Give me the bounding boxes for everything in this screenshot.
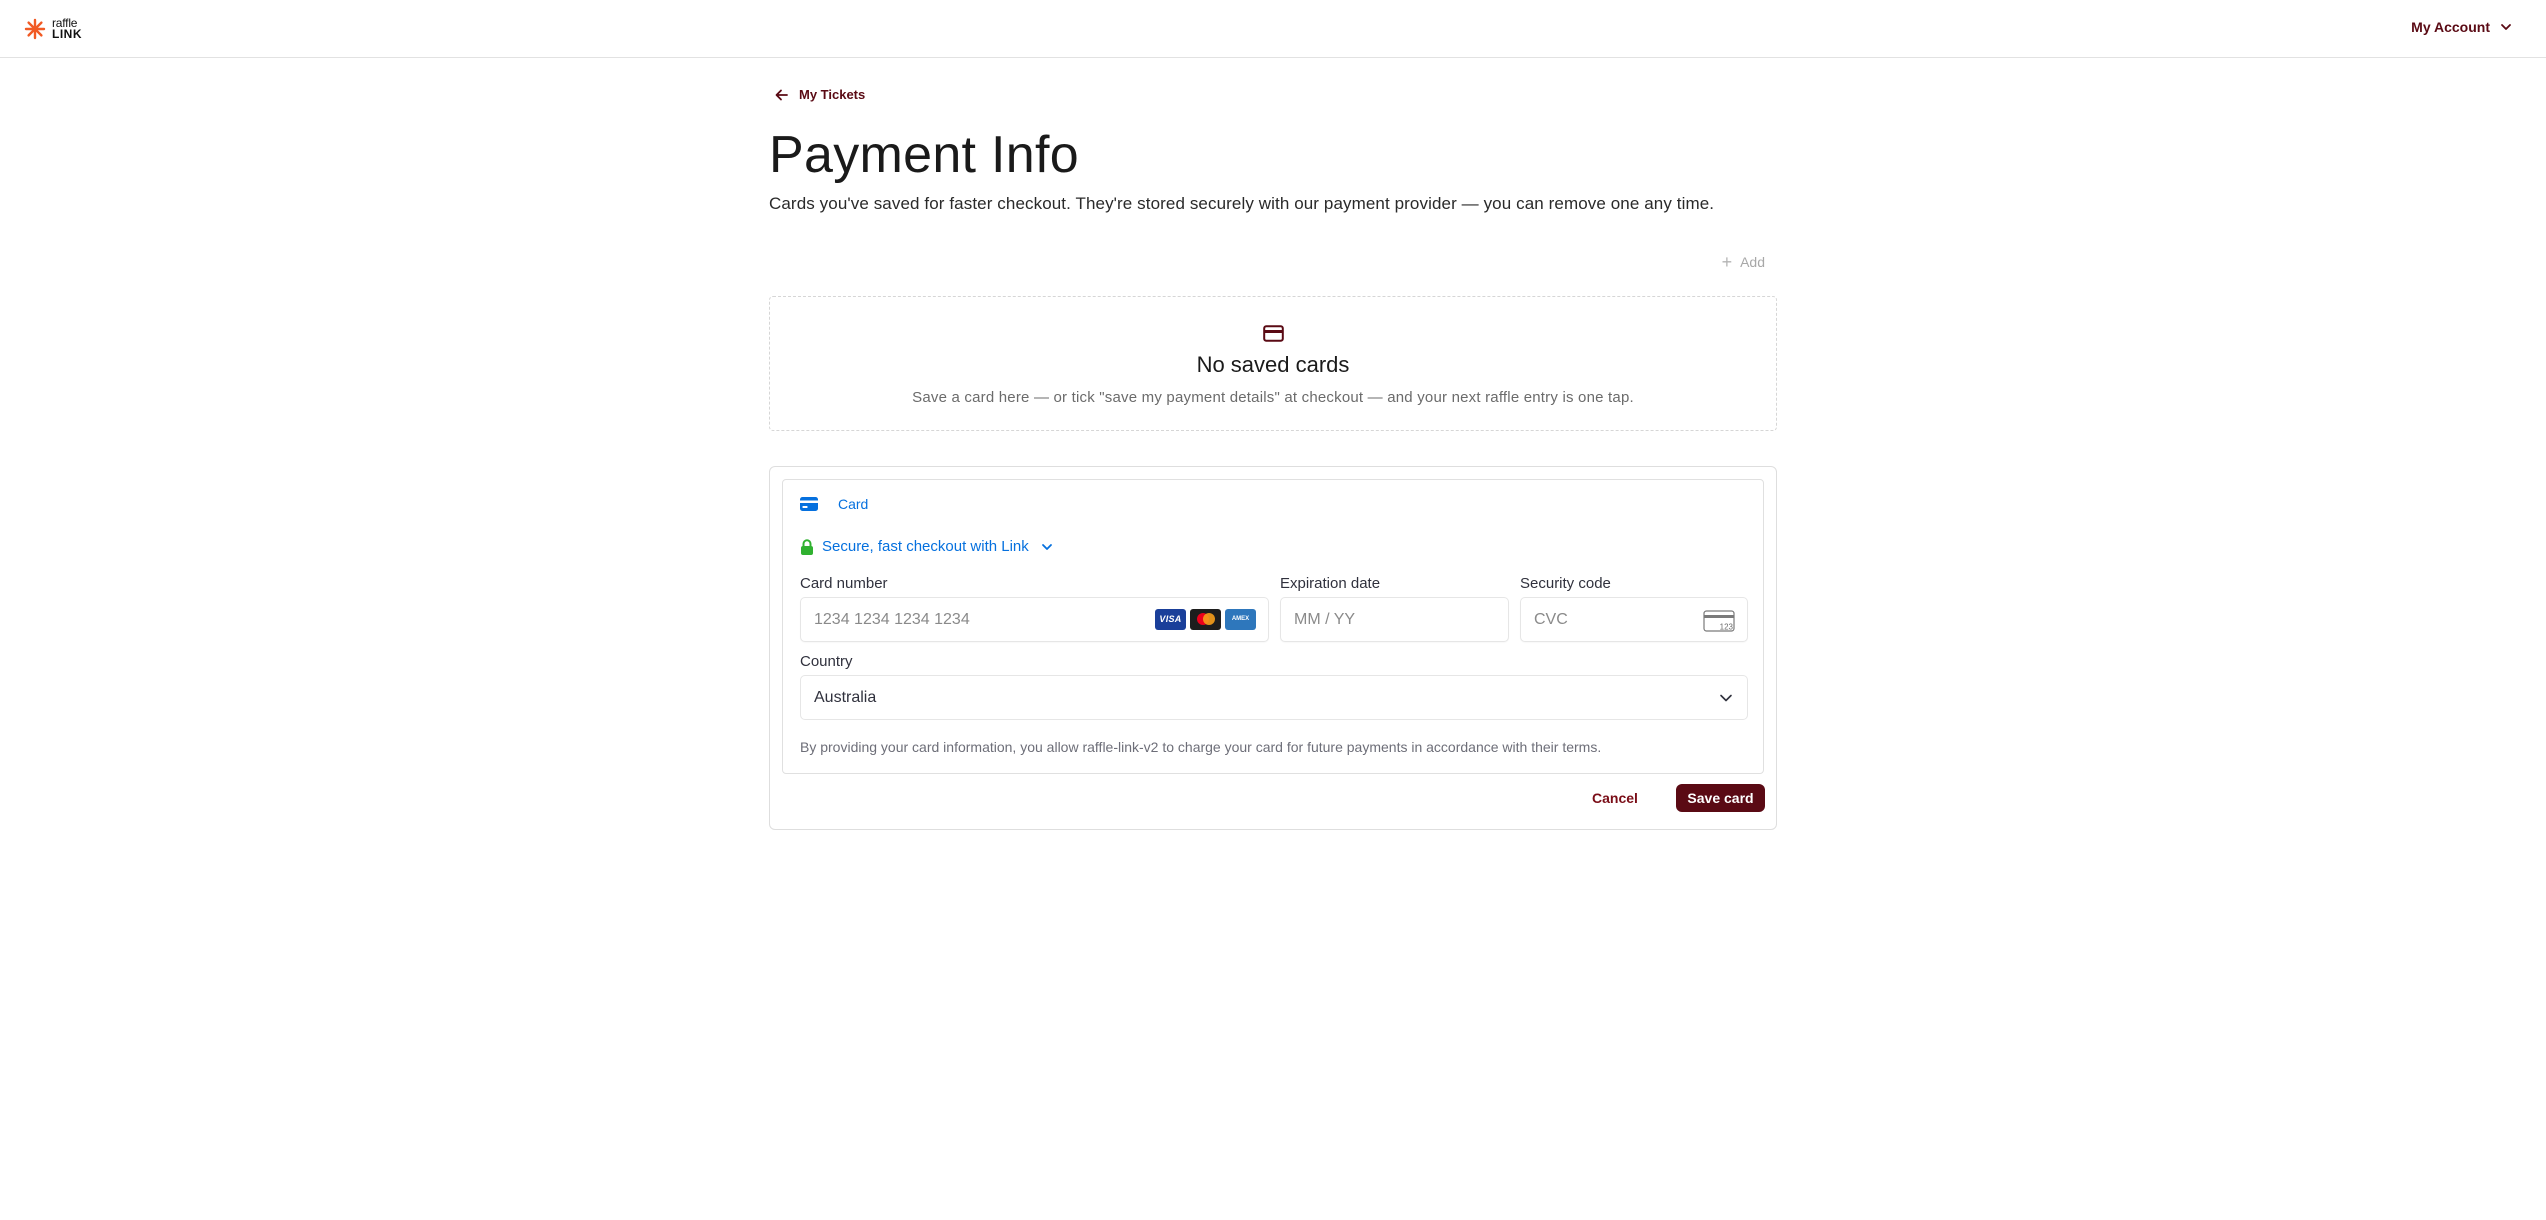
cancel-button[interactable]: Cancel	[1592, 790, 1638, 806]
asterisk-logo-icon	[24, 18, 46, 40]
payment-method-tab-card[interactable]: Card	[800, 496, 868, 512]
chevron-down-icon	[1041, 543, 1052, 550]
security-code-placeholder: CVC	[1534, 611, 1568, 628]
payment-element: Card Secure, fast checkout with Link Car…	[782, 479, 1764, 774]
country-select[interactable]: Australia	[800, 675, 1748, 720]
add-label: Add	[1740, 254, 1765, 270]
plus-icon: +	[1721, 252, 1733, 272]
chevron-down-icon	[1720, 694, 1732, 702]
legal-notice: By providing your card information, you …	[800, 739, 1602, 755]
back-to-my-tickets-link[interactable]: My Tickets	[775, 87, 865, 102]
page-subtitle: Cards you've saved for faster checkout. …	[769, 194, 1715, 213]
mastercard-icon	[1190, 609, 1221, 630]
lock-icon	[801, 538, 813, 555]
add-card-button[interactable]: + Add	[1721, 252, 1765, 272]
cvc-icon-text: 123	[1720, 623, 1734, 632]
chevron-down-icon	[2501, 24, 2511, 30]
amex-icon: AMEX	[1225, 609, 1256, 630]
logo-line-2: LINK	[52, 27, 82, 41]
empty-state-title: No saved cards	[1196, 352, 1350, 377]
logo-text: raffle LINK	[52, 17, 82, 41]
page-title: Payment Info	[769, 126, 1079, 184]
logo[interactable]: raffle LINK	[24, 15, 82, 43]
link-checkout-label: Secure, fast checkout with Link	[822, 538, 1029, 555]
card-brands: VISA AMEX	[1155, 609, 1256, 630]
empty-state-card: No saved cards Save a card here — or tic…	[769, 296, 1777, 431]
card-number-placeholder: 1234 1234 1234 1234	[814, 611, 970, 628]
credit-card-icon	[1263, 325, 1284, 342]
card-number-label: Card number	[800, 575, 888, 592]
link-checkout-toggle[interactable]: Secure, fast checkout with Link	[800, 538, 1053, 555]
my-account-menu[interactable]: My Account	[2411, 19, 2512, 35]
country-value: Australia	[814, 689, 877, 706]
card-icon	[800, 497, 818, 511]
security-code-label: Security code	[1520, 575, 1611, 592]
expiration-input[interactable]: MM / YY	[1280, 597, 1509, 642]
security-code-input[interactable]: CVC 123	[1520, 597, 1748, 642]
card-number-input[interactable]: 1234 1234 1234 1234 VISA AMEX	[800, 597, 1269, 642]
my-account-label: My Account	[2411, 19, 2490, 35]
cvc-card-icon: 123	[1703, 610, 1735, 632]
empty-state-description: Save a card here — or tick "save my paym…	[912, 389, 1634, 406]
visa-icon: VISA	[1155, 609, 1186, 630]
save-card-button[interactable]: Save card	[1676, 784, 1765, 812]
back-link-label: My Tickets	[799, 87, 866, 102]
top-bar: raffle LINK My Account	[0, 0, 2546, 58]
country-label: Country	[800, 653, 853, 670]
payment-method-label: Card	[838, 496, 869, 512]
add-card-form: Card Secure, fast checkout with Link Car…	[769, 466, 1777, 830]
arrow-left-icon	[775, 89, 788, 100]
expiration-label: Expiration date	[1280, 575, 1381, 592]
expiration-placeholder: MM / YY	[1294, 611, 1356, 628]
